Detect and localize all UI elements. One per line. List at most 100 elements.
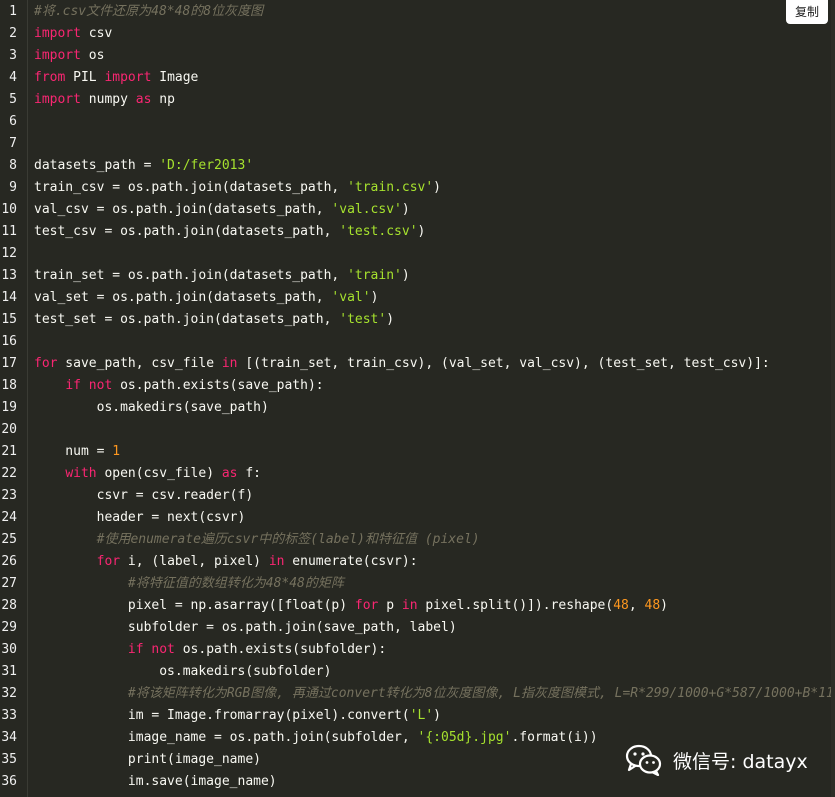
line-number: 23 (1, 488, 17, 503)
code-text: with open(csv_file) as f: (34, 463, 261, 485)
code-token: ) (370, 290, 379, 305)
code-token: ) (386, 312, 395, 327)
code-token: os (80, 48, 105, 63)
line-number: 31 (1, 664, 17, 679)
code-text: import csv (34, 23, 112, 45)
code-text: #将.csv文件还原为48*48的8位灰度图 (34, 1, 263, 23)
code-lines: 1 #将.csv文件还原为48*48的8位灰度图 2 import csv 3 impor… (0, 1, 835, 793)
code-token: ) (433, 180, 441, 195)
watermark-text: 微信号: datayx (673, 750, 808, 773)
line-number: 9 (9, 180, 17, 195)
code-line: 23 csvr = csv.reader(f) (0, 485, 835, 507)
comment-token: #使用enumerate遍历csvr中的标签(label)和特征值 (pixel… (96, 532, 480, 547)
code-text: header = next(csvr) (34, 507, 246, 529)
wechat-icon (625, 744, 662, 776)
keyword-token: not (88, 378, 113, 393)
code-token: f: (237, 466, 261, 481)
line-number: 10 (1, 202, 17, 217)
code-text: im.save(image_name) (34, 771, 277, 793)
scrollbar[interactable] (831, 0, 835, 797)
line-number: 14 (1, 290, 17, 305)
string-token: 'train.csv' (347, 180, 434, 195)
string-token: 'val' (331, 290, 371, 305)
code-token: os.path.exists(save_path): (112, 378, 324, 393)
code-text: datasets_path = 'D:/fer2013' (34, 155, 253, 177)
code-text: train_csv = os.path.join(datasets_path, … (34, 177, 441, 199)
code-line: 18 if not os.path.exists(save_path): (0, 375, 835, 397)
code-text: subfolder = os.path.join(save_path, labe… (34, 617, 457, 639)
line-number: 35 (1, 752, 17, 767)
copy-button[interactable]: 复制 (786, 0, 828, 24)
keyword-token: import (34, 92, 81, 107)
keyword-token: from (34, 70, 66, 85)
code-line: 32 #将该矩阵转化为RGB图像, 再通过convert转化为8位灰度图像, L… (0, 683, 835, 705)
code-token: subfolder = os.path.join(save_path, labe… (34, 620, 457, 635)
code-text: test_csv = os.path.join(datasets_path, '… (34, 221, 425, 243)
code-token: ) (660, 598, 668, 613)
code-line: 1 #将.csv文件还原为48*48的8位灰度图 (0, 1, 835, 23)
code-line: 7 (0, 133, 835, 155)
line-number: 5 (9, 92, 17, 107)
code-text: import os (34, 45, 104, 67)
line-number: 4 (9, 70, 17, 85)
code-line: 4 from PIL import Image (0, 67, 835, 89)
code-text: for i, (label, pixel) in enumerate(csvr)… (34, 551, 418, 573)
code-token: datasets_path = (34, 158, 160, 173)
line-number: 18 (1, 378, 17, 393)
keyword-token: if (127, 642, 144, 657)
code-editor[interactable]: 1 #将.csv文件还原为48*48的8位灰度图 2 import csv 3 impor… (0, 0, 835, 797)
comment-token: #将特征值的数组转化为48*48的矩阵 (127, 576, 344, 591)
code-token: val_csv = os.path.join(datasets_path, (34, 202, 332, 217)
code-token: val_set = os.path.join(datasets_path, (34, 290, 332, 305)
code-line: 25 #使用enumerate遍历csvr中的标签(label)和特征值 (pi… (0, 529, 835, 551)
code-token: csv (80, 26, 113, 41)
code-token: i, (label, pixel) (120, 554, 269, 569)
string-token: 'test.csv' (339, 224, 418, 239)
code-line: 15 test_set = os.path.join(datasets_path,… (0, 309, 835, 331)
line-number: 19 (1, 400, 17, 415)
code-line: 2 import csv (0, 23, 835, 45)
code-token: os.makedirs(subfolder) (34, 664, 332, 679)
line-number: 21 (1, 444, 17, 459)
code-token: num = (34, 444, 113, 459)
string-token: 'L' (409, 708, 434, 723)
code-text: #将特征值的数组转化为48*48的矩阵 (34, 573, 344, 595)
line-number: 13 (1, 268, 17, 283)
keyword-token: for (96, 554, 121, 569)
code-token: im = Image.fromarray(pixel).convert( (34, 708, 410, 723)
keyword-token: as (135, 92, 152, 107)
code-line: 24 header = next(csvr) (0, 507, 835, 529)
code-line: 26 for i, (label, pixel) in enumerate(cs… (0, 551, 835, 573)
code-line: 3 import os (0, 45, 835, 67)
line-number: 8 (9, 158, 17, 173)
line-number: 33 (1, 708, 17, 723)
code-line: 27 #将特征值的数组转化为48*48的矩阵 (0, 573, 835, 595)
comment-token: #将.csv文件还原为48*48的8位灰度图 (34, 4, 264, 19)
keyword-token: import (104, 70, 152, 85)
line-number: 24 (1, 510, 17, 525)
code-token: ) (401, 202, 410, 217)
keyword-token: import (34, 48, 81, 63)
code-line: 19 os.makedirs(save_path) (0, 397, 835, 419)
code-line: 21 num = 1 (0, 441, 835, 463)
code-token: numpy (80, 92, 136, 107)
code-token: csvr = csv.reader(f) (34, 488, 254, 503)
code-token: os.makedirs(save_path) (34, 400, 269, 415)
line-number: 15 (1, 312, 17, 327)
code-text: os.makedirs(save_path) (34, 397, 269, 419)
code-line: 22 with open(csv_file) as f: (0, 463, 835, 485)
line-number: 2 (9, 26, 17, 41)
code-line: 10 val_csv = os.path.join(datasets_path, … (0, 199, 835, 221)
code-line: 16 (0, 331, 835, 353)
code-text: from PIL import Image (34, 67, 198, 89)
code-text: print(image_name) (34, 749, 261, 771)
code-text: pixel = np.asarray([float(p) for p in pi… (34, 595, 668, 617)
code-token: print(image_name) (34, 752, 261, 767)
code-token: train_set = os.path.join(datasets_path, (34, 268, 348, 283)
code-token: save_path, csv_file (57, 356, 222, 371)
code-text: image_name = os.path.join(subfolder, '{:… (34, 727, 598, 749)
